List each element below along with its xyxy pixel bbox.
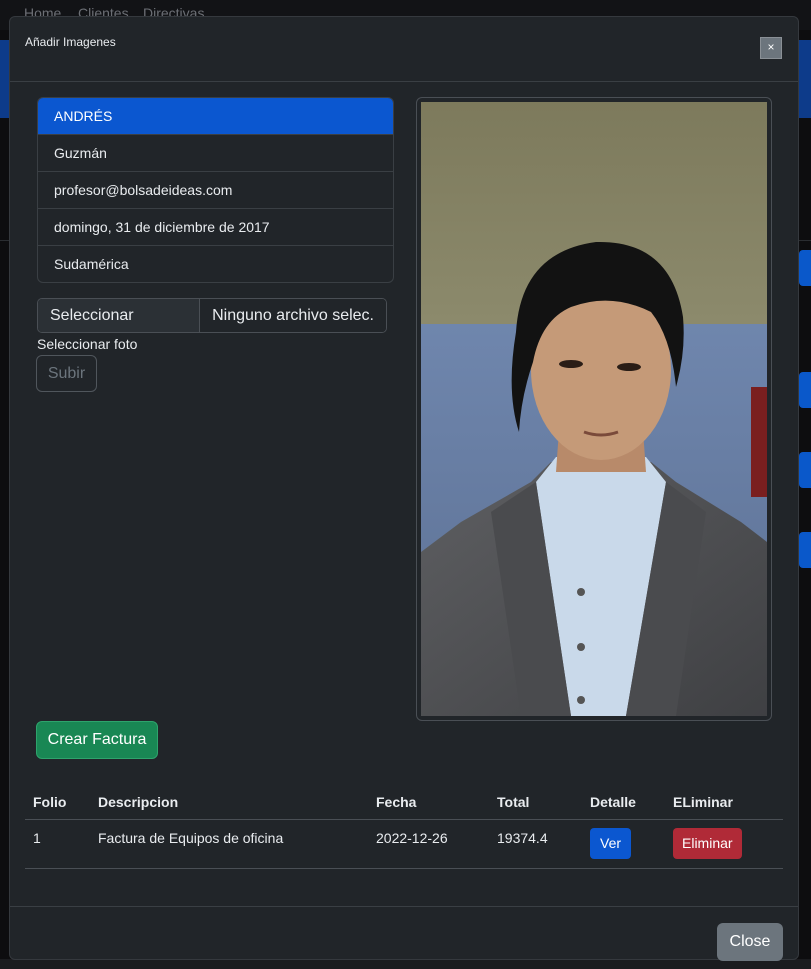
table-header-row: Folio Descripcion Fecha Total Detalle EL… xyxy=(25,785,783,820)
background-button xyxy=(799,452,811,488)
header-detalle: Detalle xyxy=(582,785,665,820)
header-fecha: Fecha xyxy=(368,785,489,820)
delete-invoice-button[interactable]: Eliminar xyxy=(673,828,742,859)
upload-button[interactable]: Subir xyxy=(36,355,97,392)
client-last-name: Guzmán xyxy=(38,134,393,171)
background-button xyxy=(799,372,811,408)
create-invoice-button[interactable]: Crear Factura xyxy=(36,721,158,759)
modal-title: Añadir Imagenes xyxy=(25,35,116,49)
modal-footer: Close xyxy=(10,906,798,961)
header-descripcion: Descripcion xyxy=(90,785,368,820)
close-x-button[interactable]: × xyxy=(760,37,782,59)
client-photo-frame xyxy=(416,97,772,721)
client-region: Sudamérica xyxy=(38,245,393,282)
background-button xyxy=(799,250,811,286)
cell-eliminar: Eliminar xyxy=(665,819,783,869)
view-invoice-button[interactable]: Ver xyxy=(590,828,632,859)
header-eliminar: ELiminar xyxy=(665,785,783,820)
choose-file-button[interactable]: Seleccionar archivo xyxy=(38,299,201,332)
photo-file-input[interactable]: Seleccionar archivo Ninguno archivo sele… xyxy=(37,298,387,333)
file-input-label: Seleccionar foto xyxy=(37,336,138,352)
client-photo xyxy=(421,102,767,716)
client-email: profesor@bolsadeideas.com xyxy=(38,171,393,208)
background-button xyxy=(799,532,811,568)
add-images-modal: Añadir Imagenes × ANDRÉS Guzmán profesor… xyxy=(9,16,799,961)
cell-folio: 1 xyxy=(25,819,90,869)
invoices-table: Folio Descripcion Fecha Total Detalle EL… xyxy=(25,785,783,869)
client-info-list: ANDRÉS Guzmán profesor@bolsadeideas.com … xyxy=(37,97,394,283)
cell-descripcion: Factura de Equipos de oficina xyxy=(90,819,368,869)
file-status: Ninguno archivo selec. xyxy=(200,299,386,332)
close-button[interactable]: Close xyxy=(717,923,783,961)
cell-fecha: 2022-12-26 xyxy=(368,819,489,869)
cell-detalle: Ver xyxy=(582,819,665,869)
modal-header: Añadir Imagenes × xyxy=(10,17,798,82)
header-total: Total xyxy=(489,785,582,820)
cell-total: 19374.4 xyxy=(489,819,582,869)
table-row: 1 Factura de Equipos de oficina 2022-12-… xyxy=(25,819,783,869)
client-first-name: ANDRÉS xyxy=(38,98,393,134)
client-date: domingo, 31 de diciembre de 2017 xyxy=(38,208,393,245)
header-folio: Folio xyxy=(25,785,90,820)
